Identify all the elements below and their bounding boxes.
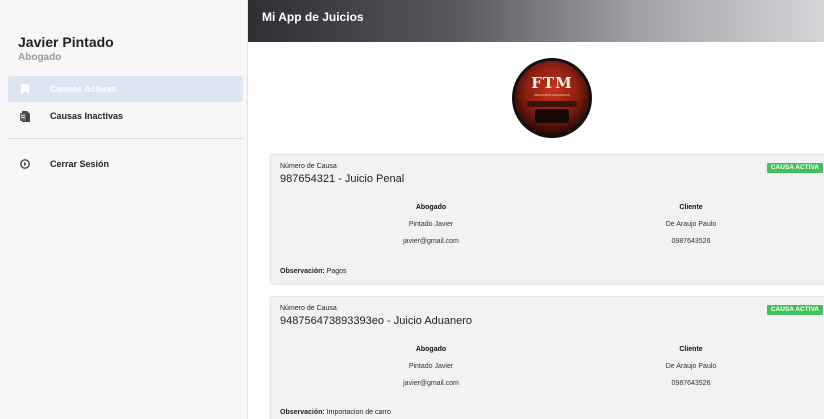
- firm-logo: FTM ABOGADOS ASOCIADOS: [512, 58, 592, 138]
- sidebar-item-causas-activas[interactable]: Causas Activas: [8, 76, 243, 102]
- observation-text: Pagos: [326, 268, 347, 275]
- client-name: De Araujo Paulo: [665, 221, 717, 228]
- logo-base-graphic: [535, 109, 569, 123]
- user-profile: Javier Pintado Abogado: [18, 34, 114, 63]
- app-header: Mi App de Juicios: [248, 0, 824, 42]
- lawyer-header: Abogado: [415, 204, 447, 211]
- logo-text: FTM: [531, 74, 573, 92]
- case-title: 987654321 - Juicio Penal: [280, 173, 405, 185]
- observation-text: Importacion de carro: [326, 409, 391, 416]
- case-number-label: Número de Causa: [280, 305, 337, 312]
- observation-label: Observación:: [280, 268, 325, 275]
- document-icon: [20, 110, 30, 122]
- observation-label: Observación:: [280, 409, 325, 416]
- logout-label: Cerrar Sesión: [50, 159, 110, 169]
- case-number-label: Número de Causa: [280, 163, 337, 170]
- status-badge: CAUSA ACTIVA: [766, 305, 823, 315]
- logout-button[interactable]: Cerrar Sesión: [8, 151, 243, 177]
- sidebar-divider: [8, 138, 243, 139]
- status-badge: CAUSA ACTIVA: [766, 163, 823, 173]
- lawyer-column: Abogado Pintado Javier javier@gmail.com: [331, 199, 531, 250]
- case-observation: Observación: Pagos: [280, 268, 347, 275]
- case-card[interactable]: Número de Causa 948756473893393eo - Juic…: [270, 296, 824, 419]
- sidebar: Javier Pintado Abogado Causas Activas Ca…: [0, 0, 248, 419]
- sidebar-item-label: Causas Inactivas: [50, 111, 124, 121]
- case-card[interactable]: Número de Causa 987654321 - Juicio Penal…: [270, 154, 824, 284]
- lawyer-email: javier@gmail.com: [403, 380, 459, 387]
- client-column: Cliente De Araujo Paulo 0987643526: [591, 341, 791, 392]
- lawyer-name: Pintado Javier: [408, 363, 454, 370]
- logo-subtext: ABOGADOS ASOCIADOS: [534, 93, 570, 97]
- client-column: Cliente De Araujo Paulo 0987643526: [591, 199, 791, 250]
- client-name: De Araujo Paulo: [665, 363, 717, 370]
- user-role: Abogado: [18, 52, 62, 63]
- sidebar-item-label: Causas Activas: [50, 84, 117, 94]
- lawyer-column: Abogado Pintado Javier javier@gmail.com: [331, 341, 531, 392]
- client-phone: 0987643526: [671, 238, 711, 245]
- client-header: Cliente: [679, 204, 703, 211]
- sidebar-item-causas-inactivas[interactable]: Causas Inactivas: [8, 103, 243, 129]
- lawyer-name: Pintado Javier: [408, 221, 454, 228]
- case-title: 948756473893393eo - Juicio Aduanero: [280, 315, 473, 327]
- client-phone: 0987643526: [671, 380, 711, 387]
- lawyer-email: javier@gmail.com: [403, 238, 459, 245]
- client-header: Cliente: [679, 346, 703, 353]
- lawyer-header: Abogado: [415, 346, 447, 353]
- logout-icon: [20, 158, 30, 170]
- app-title: Mi App de Juicios: [262, 10, 364, 24]
- logo-table-graphic: [527, 101, 577, 107]
- bookmark-icon: [20, 83, 30, 95]
- user-name: Javier Pintado: [18, 34, 114, 50]
- case-observation: Observación: Importacion de carro: [280, 409, 391, 416]
